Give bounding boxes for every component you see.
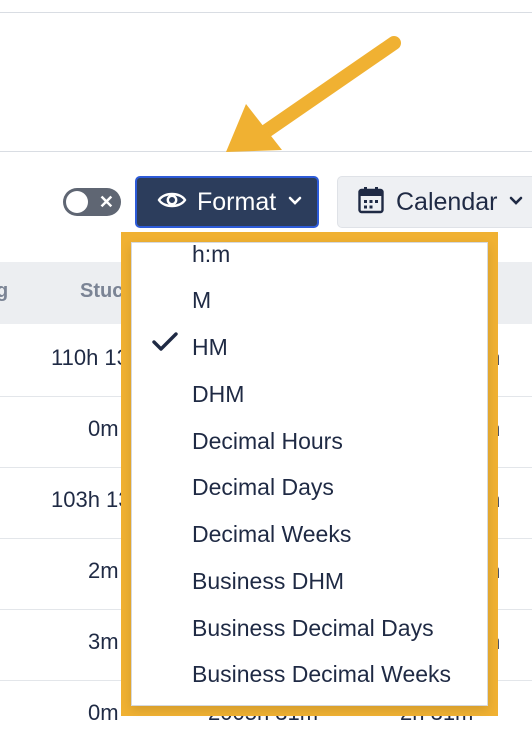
table-cell: 2m [88, 558, 119, 583]
menu-item-dhm[interactable]: DHM [192, 381, 244, 408]
checkmark-icon [152, 331, 178, 358]
format-label: Format [197, 187, 277, 216]
menu-item-m[interactable]: M [192, 287, 211, 314]
table-cell: 3m [88, 629, 119, 654]
column-header[interactable]: g [0, 280, 8, 303]
calendar-icon [358, 186, 384, 219]
table-cell: 110h 13 [51, 345, 129, 370]
table-cell: 0m [88, 416, 119, 441]
menu-item-decimal-hours[interactable]: Decimal Hours [192, 428, 343, 455]
chevron-down-icon [288, 193, 302, 211]
section-divider [0, 151, 532, 152]
calendar-label: Calendar [396, 187, 498, 216]
header-area [0, 13, 532, 151]
chevron-down-icon [509, 193, 523, 211]
table-cell: 0m [88, 700, 119, 725]
menu-item-business-decimal-weeks[interactable]: Business Decimal Weeks [192, 661, 451, 688]
menu-item-decimal-weeks[interactable]: Decimal Weeks [192, 521, 351, 548]
format-dropdown-menu: h:m M HM DHM Decimal Hours Decimal Days … [131, 242, 488, 706]
calendar-button[interactable]: Calendar [337, 176, 532, 228]
close-icon: ✕ [98, 192, 114, 212]
table-cell: 103h 13 [51, 487, 131, 512]
format-button[interactable]: Format [135, 176, 319, 228]
menu-item-business-decimal-days[interactable]: Business Decimal Days [192, 615, 434, 642]
toggle-knob [66, 191, 88, 213]
toggle-switch[interactable]: ✕ [63, 188, 121, 216]
menu-item-business-dhm[interactable]: Business DHM [192, 568, 344, 595]
column-header[interactable]: Stuc [80, 280, 123, 303]
menu-item-hm[interactable]: HM [192, 334, 228, 361]
eye-icon [157, 189, 187, 216]
menu-item-h-m[interactable]: h:m [192, 243, 230, 268]
menu-item-decimal-days[interactable]: Decimal Days [192, 474, 334, 501]
